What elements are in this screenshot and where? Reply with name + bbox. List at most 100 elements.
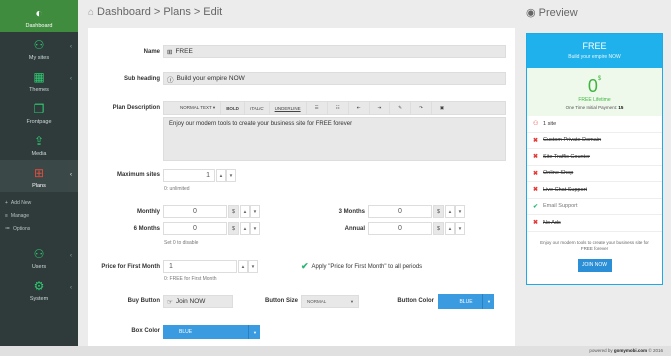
monthly-label: Monthly <box>137 209 160 215</box>
join-now-button[interactable]: JOIN NOW <box>577 258 612 272</box>
breadcrumb-dashboard[interactable]: Dashboard <box>97 6 151 18</box>
currency-unit: $ <box>433 205 444 218</box>
max-sites-input[interactable]: 1 <box>163 169 215 182</box>
chevron-left-icon: ‹ <box>70 285 72 291</box>
annual-label: Annual <box>344 226 365 232</box>
chevron-left-icon: ‹ <box>70 253 72 259</box>
max-sites-down[interactable]: ▼ <box>226 169 236 182</box>
six-months-label: 6 Months <box>133 226 160 232</box>
cross-icon: ✖ <box>533 154 539 161</box>
subnav-manage[interactable]: ≡ Manage <box>0 209 78 222</box>
monthly-price-input[interactable]: 0 <box>163 205 227 218</box>
bullet-list-icon[interactable]: ☰ <box>307 102 328 114</box>
preview-feature-item: ✖ Custom Private Domain <box>527 133 662 149</box>
buy-button-text-input[interactable]: ☞ Join NOW <box>163 295 233 308</box>
preview-feature-item: ✖ Live Chat Support <box>527 182 662 199</box>
bold-button[interactable]: BOLD <box>221 102 245 114</box>
three-months-down[interactable]: ▼ <box>455 205 465 218</box>
monthly-down[interactable]: ▼ <box>250 205 260 218</box>
breadcrumb: ⌂ Dashboard > Plans > Edit <box>88 6 222 18</box>
preview-feature-text: Live Chat Support <box>543 186 588 193</box>
sidebar-item-users[interactable]: ⚇ Users ‹ <box>0 241 78 273</box>
sidebar-item-my-sites[interactable]: ⚇ My sites ‹ <box>0 32 78 64</box>
six-months-up[interactable]: ▲ <box>240 222 250 235</box>
first-month-up[interactable]: ▲ <box>238 260 248 273</box>
preview-feature-item: ✖ Online Shop <box>527 166 662 182</box>
preview-header: FREE Build your empire NOW <box>527 34 662 68</box>
cross-icon: ✖ <box>533 220 539 227</box>
italic-button[interactable]: ITALIC <box>245 102 270 114</box>
numbered-list-icon[interactable]: ☷ <box>328 102 349 114</box>
annual-price-input[interactable]: 0 <box>368 222 432 235</box>
preview-feature-text: 1 site <box>543 120 557 127</box>
monthly-up[interactable]: ▲ <box>240 205 250 218</box>
box-color-select[interactable]: BLUE ▼ <box>163 325 260 339</box>
preview-price: 0 <box>587 76 598 96</box>
description-editor[interactable]: Enjoy our modern tools to create your bu… <box>163 117 506 161</box>
cross-icon: ✖ <box>533 170 539 177</box>
first-month-hint: 0: FREE for First Month <box>164 276 217 282</box>
max-sites-hint: 0: unlimited <box>164 186 190 192</box>
button-color-label: Button Color <box>397 298 434 304</box>
preview-lifetime: FREE Lifetime <box>578 97 611 103</box>
cross-icon: ✖ <box>533 137 539 144</box>
subheading-value: Build your empire NOW <box>176 75 245 82</box>
footer-prefix: powered by <box>589 348 613 353</box>
sidebar-item-label: Plans <box>32 183 46 189</box>
plan-form: Name ⊞ FREE Sub heading ⓘ Build your emp… <box>88 28 515 346</box>
text-style-dropdown[interactable]: NORMAL TEXT ▾ <box>164 102 222 114</box>
sidebar-item-label: Dashboard <box>25 23 53 29</box>
sidebar-item-label: Themes <box>29 87 49 93</box>
three-months-label: 3 Months <box>338 209 365 215</box>
sidebar-item-media[interactable]: ⇪ Media <box>0 128 78 160</box>
box-color-value: BLUE <box>179 329 193 335</box>
indent-icon[interactable]: ⇥ <box>370 102 391 114</box>
annual-up[interactable]: ▲ <box>445 222 455 235</box>
name-value: FREE <box>175 48 193 55</box>
sidebar-item-dashboard[interactable]: ◐ Dashboard <box>0 0 78 32</box>
subnav-label: Add New <box>10 200 32 206</box>
first-month-down[interactable]: ▼ <box>248 260 258 273</box>
six-months-price-input[interactable]: 0 <box>163 222 227 235</box>
first-month-price-input[interactable]: 1 <box>163 260 237 273</box>
outdent-icon[interactable]: ⇤ <box>349 102 370 114</box>
page-title: Edit <box>203 6 223 18</box>
sidebar-item-label: System <box>29 296 49 302</box>
caret-down-icon: ▼ <box>248 325 257 339</box>
image-icon[interactable]: ▣ <box>432 102 452 114</box>
breadcrumb-plans[interactable]: Plans <box>163 6 191 18</box>
underline-button[interactable]: UNDERLINE <box>270 102 307 114</box>
sidebar-item-frontpage[interactable]: ❐ Frontpage <box>0 96 78 128</box>
breadcrumb-separator: > <box>193 6 201 18</box>
max-sites-up[interactable]: ▲ <box>216 169 226 182</box>
currency-unit: $ <box>433 222 444 235</box>
subnav-add-new[interactable]: + Add New <box>0 196 78 209</box>
pencil-icon[interactable]: ✎ <box>390 102 412 114</box>
button-color-select[interactable]: BLUE ▼ <box>438 294 494 309</box>
sidebar-item-system[interactable]: ⚙ System ‹ <box>0 273 78 305</box>
three-months-up[interactable]: ▲ <box>445 205 455 218</box>
sidebar-item-plans[interactable]: ⊞ Plans ‹ <box>0 160 78 192</box>
preview-feature-text: Site Traffic Counter <box>543 153 590 160</box>
options-icon: ≔ <box>5 226 10 232</box>
redo-icon[interactable]: ↷ <box>411 102 432 114</box>
subheading-label: Sub heading <box>124 76 160 82</box>
check-icon: ✔ <box>301 261 309 271</box>
sidebar-item-themes[interactable]: ▦ Themes ‹ <box>0 64 78 96</box>
preview-feature-item: ⚇ 1 site <box>527 116 662 133</box>
footer-brand[interactable]: gomymobi.com <box>614 348 647 353</box>
sidebar: ◐ Dashboard ⚇ My sites ‹ ▦ Themes ‹ ❐ Fr… <box>0 0 78 356</box>
six-months-down[interactable]: ▼ <box>250 222 260 235</box>
annual-down[interactable]: ▼ <box>455 222 465 235</box>
first-month-label: Price for First Month <box>101 264 160 270</box>
button-size-select[interactable]: NORMAL ▼ <box>301 295 359 308</box>
sidebar-item-label: Frontpage <box>26 119 52 125</box>
three-months-price-input[interactable]: 0 <box>368 205 432 218</box>
home-icon[interactable]: ⌂ <box>88 7 94 18</box>
apply-all-periods-checkbox[interactable]: ✔ Apply "Price for First Month" to all p… <box>301 261 422 272</box>
subheading-field[interactable]: ⓘ Build your empire NOW <box>163 72 506 85</box>
plans-subnav: + Add New ≡ Manage ≔ Options <box>0 192 78 241</box>
subnav-options[interactable]: ≔ Options <box>0 222 78 235</box>
check-icon: ✔ <box>533 203 539 210</box>
name-field[interactable]: ⊞ FREE <box>163 45 506 58</box>
